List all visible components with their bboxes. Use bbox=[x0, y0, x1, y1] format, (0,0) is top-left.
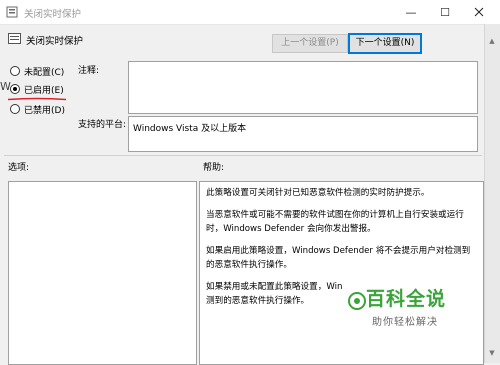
radio-button-checked[interactable] bbox=[10, 84, 20, 94]
policy-setting-icon bbox=[8, 33, 21, 44]
radio-not-configured[interactable]: 未配置(C) bbox=[10, 64, 64, 78]
next-setting-button[interactable]: 下一个设置(N) bbox=[348, 33, 422, 54]
help-paragraph: 如果启用此策略设置，Windows Defender 将不会提示用户对检测到的恶… bbox=[206, 246, 471, 270]
radio-button[interactable] bbox=[10, 104, 20, 114]
previous-setting-button[interactable]: 上一个设置(P) bbox=[272, 34, 348, 53]
comment-textarea[interactable] bbox=[128, 61, 478, 114]
options-pane[interactable] bbox=[8, 181, 197, 365]
section-divider bbox=[4, 155, 482, 156]
help-paragraph: 此策略设置可关闭针对已知恶意软件检测的实时防护提示。 bbox=[206, 188, 430, 198]
help-paragraph: 当恶意软件或可能不需要的软件试图在你的计算机上自行安装或运行时，Windows … bbox=[206, 210, 464, 234]
help-label: 帮助: bbox=[203, 163, 225, 173]
watermark-title: 百科全说 bbox=[366, 288, 447, 310]
radio-button[interactable] bbox=[10, 66, 20, 76]
minimize-button[interactable]: — bbox=[396, 0, 426, 24]
radio-enabled[interactable]: 已启用(E) bbox=[10, 82, 64, 96]
scroll-up-icon[interactable]: ▲ bbox=[484, 34, 500, 48]
supported-platform-value: Windows Vista 及以上版本 bbox=[133, 124, 247, 134]
comment-label: 注释: bbox=[78, 66, 100, 76]
watermark-subtitle: 助你轻松解决 bbox=[372, 317, 438, 328]
annotation-underline bbox=[8, 97, 66, 101]
scroll-down-icon[interactable]: ▼ bbox=[484, 346, 500, 360]
radio-label: 已启用(E) bbox=[24, 85, 64, 96]
watermark-logo-icon bbox=[348, 292, 366, 310]
close-icon bbox=[474, 7, 484, 17]
title-bar[interactable]: 关闭实时保护 — ☐ bbox=[0, 0, 500, 25]
background-scrollbar[interactable] bbox=[484, 24, 500, 363]
radio-label: 未配置(C) bbox=[24, 67, 65, 78]
radio-disabled[interactable]: 已禁用(D) bbox=[10, 102, 65, 116]
setting-title: 关闭实时保护 bbox=[26, 36, 84, 47]
supported-platform-label: 支持的平台: bbox=[78, 120, 127, 130]
close-button[interactable] bbox=[464, 0, 494, 24]
policy-icon bbox=[6, 6, 18, 18]
window-title: 关闭实时保护 bbox=[24, 9, 82, 20]
help-pane[interactable]: 此策略设置可关闭针对已知恶意软件检测的实时防护提示。 当恶意软件或可能不需要的软… bbox=[199, 181, 484, 365]
options-label: 选项: bbox=[8, 163, 30, 173]
maximize-button[interactable]: ☐ bbox=[430, 0, 460, 24]
radio-label: 已禁用(D) bbox=[24, 105, 65, 116]
